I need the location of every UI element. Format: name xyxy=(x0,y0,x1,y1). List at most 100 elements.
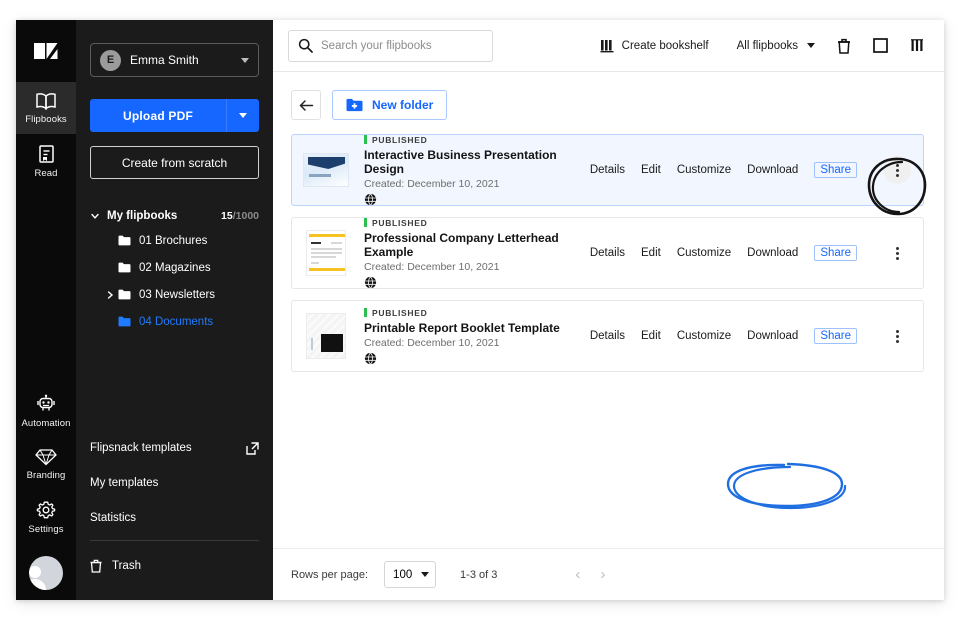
rail-item-automation[interactable]: Automation xyxy=(16,384,76,438)
upload-pdf-dropdown-toggle[interactable] xyxy=(226,99,259,132)
sidebar-link-statistics[interactable]: Statistics xyxy=(90,505,259,531)
rail-item-label: Settings xyxy=(28,524,64,535)
diamond-icon xyxy=(35,449,57,466)
business-presentation-cover xyxy=(303,153,349,187)
row-action-customize[interactable]: Customize xyxy=(677,247,731,259)
rail-item-label: Flipbooks xyxy=(25,114,67,125)
sidebar-folder-01-brochures[interactable]: 01 Brochures xyxy=(90,227,259,254)
row-action-edit[interactable]: Edit xyxy=(641,247,661,259)
quota-used: 15 xyxy=(221,210,233,222)
rail-item-flipbooks[interactable]: Flipbooks xyxy=(16,82,76,134)
table-row[interactable]: PUBLISHED Interactive Business Presentat… xyxy=(291,134,924,206)
sidebar-divider xyxy=(90,540,259,541)
rows-per-page-label: Rows per page: xyxy=(291,568,369,581)
upload-pdf-label: Upload PDF xyxy=(123,108,193,123)
chevron-right-icon[interactable] xyxy=(106,290,118,300)
rail-item-read[interactable]: Read xyxy=(16,134,76,188)
row-action-edit[interactable]: Edit xyxy=(641,164,661,176)
sidebar-folder-04-documents[interactable]: 04 Documents xyxy=(90,308,259,335)
letterhead-line xyxy=(311,256,336,258)
row-actions: Details Edit Customize Download Share xyxy=(590,156,911,184)
sidebar-folder-03-newsletters[interactable]: 03 Newsletters xyxy=(90,281,259,308)
prev-page-button[interactable]: ‹ xyxy=(575,567,580,582)
sidebar-link-flipsnack-templates[interactable]: Flipsnack templates xyxy=(90,435,259,461)
row-action-download[interactable]: Download xyxy=(747,247,798,259)
rail-item-settings[interactable]: Settings xyxy=(16,490,76,544)
folder-tree: My flipbooks 15/1000 01 Brochures 02 Mag… xyxy=(90,205,259,335)
flipbook-info: PUBLISHED Printable Report Booklet Templ… xyxy=(364,308,590,365)
row-action-details[interactable]: Details xyxy=(590,164,625,176)
table-row[interactable]: PUBLISHED Professional Company Letterhea… xyxy=(291,217,924,289)
robot-icon xyxy=(37,394,55,411)
flipbook-quota: 15/1000 xyxy=(221,210,259,222)
status-indicator xyxy=(364,308,367,317)
create-from-scratch-label: Create from scratch xyxy=(121,155,228,170)
rail-bottom xyxy=(16,544,76,600)
grid-view-button[interactable] xyxy=(910,39,924,52)
status-badge: PUBLISHED xyxy=(364,135,590,145)
flipbook-title: Professional Company Letterhead Example xyxy=(364,230,559,259)
kebab-menu-icon[interactable] xyxy=(883,322,911,350)
upload-pdf-button[interactable]: Upload PDF xyxy=(90,99,259,132)
create-from-scratch-button[interactable]: Create from scratch xyxy=(90,146,259,179)
app-window: Flipbooks Read Automation Branding Setti… xyxy=(16,20,944,600)
search-icon xyxy=(298,38,313,53)
sidebar-links: Flipsnack templates My templates Statist… xyxy=(90,435,259,600)
row-actions: Details Edit Customize Download Share xyxy=(590,322,911,350)
avatar[interactable] xyxy=(29,556,63,590)
rows-per-page-select[interactable]: 100 xyxy=(384,561,437,588)
letterhead-bottom-bar xyxy=(309,268,345,271)
create-bookshelf-button[interactable]: Create bookshelf xyxy=(600,39,709,53)
flipbook-logo-icon xyxy=(34,43,58,59)
toolbar-trash-button[interactable] xyxy=(837,38,851,54)
folder-icon xyxy=(118,289,131,300)
tree-root-my-flipbooks[interactable]: My flipbooks 15/1000 xyxy=(90,205,259,227)
row-action-details[interactable]: Details xyxy=(590,247,625,259)
rail-item-branding[interactable]: Branding xyxy=(16,438,76,490)
kebab-menu-icon[interactable] xyxy=(883,156,911,184)
user-account-selector[interactable]: E Emma Smith xyxy=(90,43,259,77)
rail-item-label: Branding xyxy=(26,470,66,481)
new-folder-label: New folder xyxy=(372,98,434,112)
row-action-download[interactable]: Download xyxy=(747,330,798,342)
tree-root-label: My flipbooks xyxy=(107,210,178,222)
avatar-body xyxy=(29,579,46,590)
row-action-details[interactable]: Details xyxy=(590,330,625,342)
letterhead-line xyxy=(311,242,321,244)
new-folder-button[interactable]: New folder xyxy=(332,90,448,120)
status-label: PUBLISHED xyxy=(372,307,428,318)
row-action-share[interactable]: Share xyxy=(814,162,857,178)
back-button[interactable] xyxy=(291,90,321,120)
row-action-download[interactable]: Download xyxy=(747,164,798,176)
select-all-button[interactable] xyxy=(873,38,888,53)
flipbook-created: Created: December 10, 2021 xyxy=(364,177,500,190)
report-cover-block xyxy=(321,334,343,352)
kebab-menu-icon[interactable] xyxy=(883,239,911,267)
sidebar-folder-02-magazines[interactable]: 02 Magazines xyxy=(90,254,259,281)
flipbook-list: PUBLISHED Interactive Business Presentat… xyxy=(273,120,944,383)
sidebar-link-trash[interactable]: Trash xyxy=(90,553,259,579)
row-action-edit[interactable]: Edit xyxy=(641,330,661,342)
table-row[interactable]: PUBLISHED Printable Report Booklet Templ… xyxy=(291,300,924,372)
app-logo[interactable] xyxy=(16,20,76,82)
row-action-share[interactable]: Share xyxy=(814,328,857,344)
flipbook-thumbnail xyxy=(302,147,350,193)
flipbook-info: PUBLISHED Interactive Business Presentat… xyxy=(364,135,590,206)
search-input[interactable] xyxy=(321,39,483,52)
search-box[interactable] xyxy=(288,29,493,62)
sidebar-link-my-templates[interactable]: My templates xyxy=(90,470,259,496)
flipbook-title: Printable Report Booklet Template xyxy=(364,320,560,335)
row-action-customize[interactable]: Customize xyxy=(677,164,731,176)
sidebar-folder-label: 02 Magazines xyxy=(139,261,211,274)
row-actions: Details Edit Customize Download Share xyxy=(590,239,911,267)
status-badge: PUBLISHED xyxy=(364,218,590,228)
pagination-range: 1-3 of 3 xyxy=(460,568,498,581)
sidebar-folder-label: 04 Documents xyxy=(139,315,214,328)
globe-icon xyxy=(364,276,590,289)
next-page-button[interactable]: › xyxy=(600,567,605,582)
folder-icon xyxy=(118,262,131,273)
row-action-customize[interactable]: Customize xyxy=(677,330,731,342)
row-action-share[interactable]: Share xyxy=(814,245,857,261)
flipbooks-filter-dropdown[interactable]: All flipbooks xyxy=(737,40,815,52)
